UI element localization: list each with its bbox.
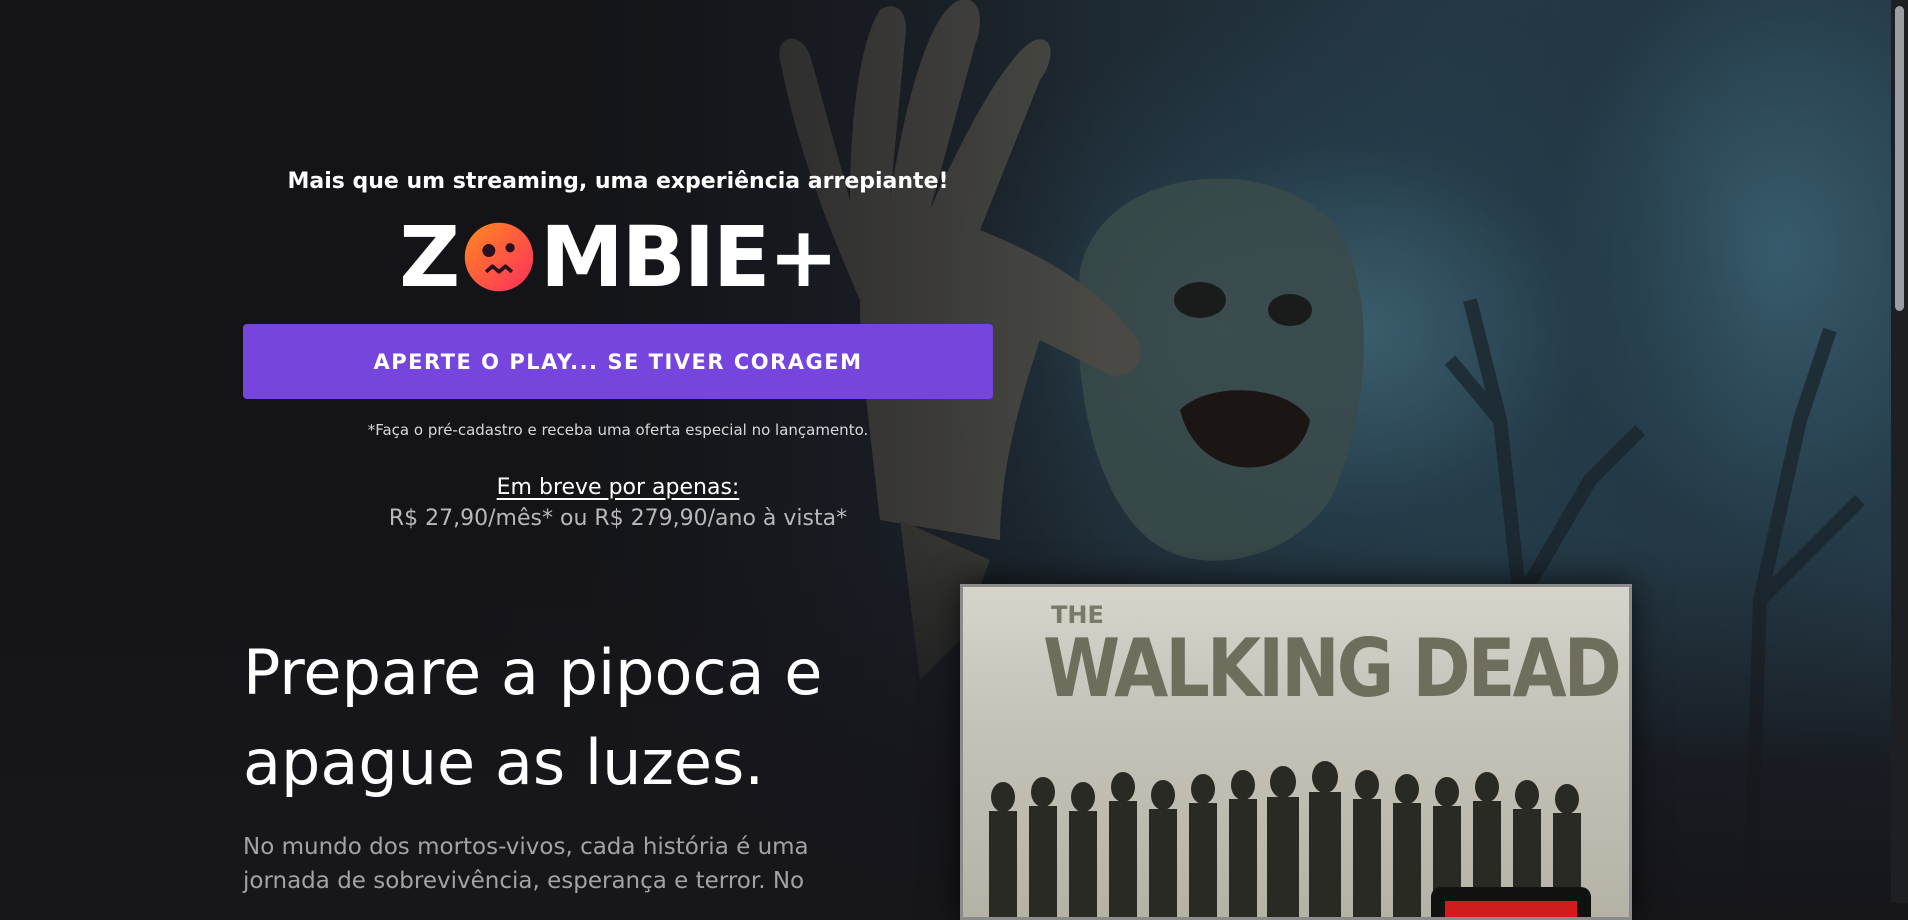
hero-tagline: Mais que um streaming, uma experiência a… — [287, 169, 949, 194]
section-text: No mundo dos mortos-vivos, cada história… — [243, 834, 809, 894]
price-title: Em breve por apenas: — [496, 475, 740, 500]
zombie-face-icon — [464, 222, 534, 292]
preregistration-note: *Faça o pré-cadastro e receba uma oferta… — [367, 421, 869, 439]
page-scrollbar[interactable] — [1891, 0, 1908, 903]
walking-dead-poster[interactable]: THE WALKING DEAD — [960, 584, 1632, 920]
scrollbar-thumb[interactable] — [1895, 6, 1904, 311]
logo-text-end: MBIE+ — [540, 208, 839, 306]
price-value: R$ 27,90/mês* ou R$ 279,90/ano à vista* — [388, 506, 848, 531]
logo-text-start: Z — [399, 208, 460, 306]
section-title: Prepare a pipoca e apague as luzes. — [243, 636, 823, 799]
play-cta-button[interactable]: APERTE O PLAY... SE TIVER CORAGEM — [243, 324, 993, 399]
poster-title: WALKING DEAD — [1043, 621, 1622, 716]
zombie-plus-logo: Z MBIE+ — [398, 208, 839, 306]
hero-section: Mais que um streaming, uma experiência a… — [243, 150, 993, 531]
poster-badge — [1431, 887, 1591, 917]
